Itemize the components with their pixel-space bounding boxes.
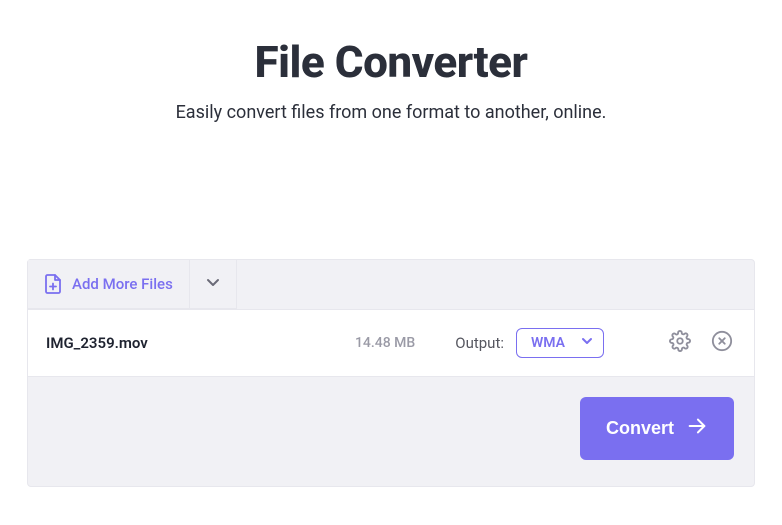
chevron-down-icon: [205, 274, 221, 294]
page-title: File Converter: [0, 36, 782, 88]
add-more-files-button[interactable]: Add More Files: [28, 260, 190, 308]
chevron-down-icon: [581, 335, 593, 351]
output-format-select[interactable]: WMA: [516, 328, 604, 358]
converter-panel: Add More Files IMG_2359.mov 14.48 MB Out…: [27, 259, 755, 487]
panel-footer: Convert: [28, 377, 754, 486]
settings-button[interactable]: [666, 329, 694, 357]
file-row: IMG_2359.mov 14.48 MB Output: WMA: [28, 309, 754, 377]
file-name: IMG_2359.mov: [46, 334, 355, 352]
add-more-files-label: Add More Files: [72, 275, 173, 293]
add-files-bar: Add More Files: [27, 259, 237, 309]
add-files-dropdown-button[interactable]: [190, 260, 236, 308]
file-plus-icon: [44, 274, 62, 294]
close-circle-icon: [711, 330, 733, 356]
convert-button-label: Convert: [606, 418, 674, 439]
convert-button[interactable]: Convert: [580, 397, 734, 460]
page-subtitle: Easily convert files from one format to …: [0, 102, 782, 123]
remove-file-button[interactable]: [708, 329, 736, 357]
arrow-right-icon: [686, 415, 708, 442]
gear-icon: [669, 330, 691, 356]
output-label: Output:: [455, 334, 504, 352]
output-format-value: WMA: [531, 335, 565, 351]
file-size: 14.48 MB: [355, 335, 415, 351]
